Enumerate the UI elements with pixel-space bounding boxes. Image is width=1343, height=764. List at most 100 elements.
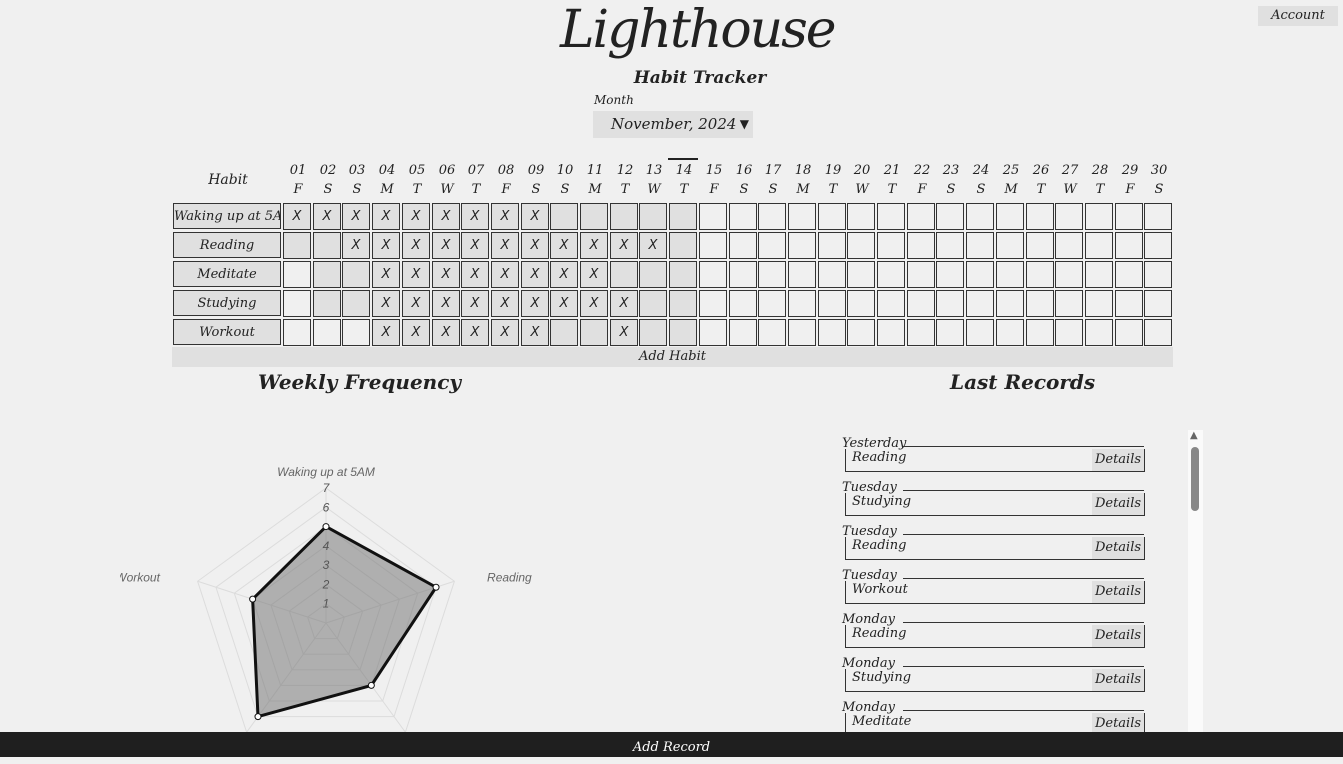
habit-day-cell[interactable] [788,261,816,288]
habit-day-cell[interactable] [966,232,994,259]
habit-day-cell[interactable]: X [491,319,519,346]
habit-day-cell[interactable] [699,290,727,317]
habit-day-cell[interactable] [550,319,578,346]
habit-day-cell[interactable] [996,261,1024,288]
habit-day-cell[interactable] [342,261,370,288]
habit-day-cell[interactable] [1115,232,1143,259]
habit-day-cell[interactable]: X [521,232,549,259]
habit-day-cell[interactable] [313,319,341,346]
habit-day-cell[interactable] [639,319,667,346]
habit-day-cell[interactable] [877,319,905,346]
month-select[interactable]: November, 2024 ▼ [593,111,753,138]
habit-day-cell[interactable] [1085,319,1113,346]
scroll-thumb[interactable] [1191,447,1199,511]
habit-day-cell[interactable] [936,290,964,317]
habit-day-cell[interactable]: X [461,319,489,346]
habit-name[interactable]: Meditate [173,261,281,287]
habit-day-cell[interactable] [610,203,638,230]
habit-day-cell[interactable] [758,290,786,317]
habit-day-cell[interactable] [818,261,846,288]
habit-day-cell[interactable] [1085,290,1113,317]
habit-day-cell[interactable] [966,203,994,230]
habit-day-cell[interactable] [1115,319,1143,346]
habit-day-cell[interactable]: X [372,232,400,259]
habit-day-cell[interactable] [1144,203,1172,230]
habit-day-cell[interactable] [936,319,964,346]
habit-day-cell[interactable]: X [402,203,430,230]
habit-day-cell[interactable]: X [342,203,370,230]
habit-day-cell[interactable] [818,319,846,346]
habit-day-cell[interactable] [1055,319,1083,346]
habit-day-cell[interactable]: X [402,290,430,317]
habit-day-cell[interactable] [729,232,757,259]
habit-day-cell[interactable]: X [342,232,370,259]
habit-day-cell[interactable] [1144,261,1172,288]
habit-day-cell[interactable] [639,290,667,317]
habit-day-cell[interactable] [669,261,697,288]
habit-day-cell[interactable]: X [610,232,638,259]
habit-day-cell[interactable] [1085,232,1113,259]
habit-day-cell[interactable] [1055,232,1083,259]
habit-day-cell[interactable]: X [550,261,578,288]
habit-day-cell[interactable] [818,290,846,317]
habit-day-cell[interactable]: X [491,261,519,288]
habit-name[interactable]: Workout [173,319,281,345]
habit-day-cell[interactable] [907,232,935,259]
habit-day-cell[interactable]: X [402,319,430,346]
habit-day-cell[interactable] [877,261,905,288]
habit-day-cell[interactable] [758,261,786,288]
habit-day-cell[interactable] [788,232,816,259]
habit-day-cell[interactable]: X [432,203,460,230]
habit-day-cell[interactable]: X [461,203,489,230]
habit-day-cell[interactable]: X [521,290,549,317]
habit-day-cell[interactable]: X [550,232,578,259]
record-details-button[interactable]: Details [1092,625,1144,647]
habit-day-cell[interactable]: X [491,232,519,259]
habit-day-cell[interactable]: X [550,290,578,317]
habit-day-cell[interactable] [669,203,697,230]
habit-day-cell[interactable] [699,232,727,259]
habit-day-cell[interactable]: X [432,261,460,288]
habit-day-cell[interactable] [342,319,370,346]
habit-day-cell[interactable]: X [491,290,519,317]
habit-day-cell[interactable]: X [521,203,549,230]
habit-day-cell[interactable] [966,319,994,346]
habit-day-cell[interactable] [1085,261,1113,288]
habit-day-cell[interactable] [669,319,697,346]
habit-day-cell[interactable] [313,232,341,259]
habit-day-cell[interactable]: X [610,290,638,317]
habit-day-cell[interactable] [729,203,757,230]
habit-day-cell[interactable] [1026,261,1054,288]
scroll-up-icon[interactable]: ▲ [1190,430,1198,441]
habit-day-cell[interactable] [729,261,757,288]
habit-day-cell[interactable] [283,290,311,317]
habit-day-cell[interactable] [1026,232,1054,259]
habit-day-cell[interactable]: X [580,232,608,259]
habit-day-cell[interactable] [907,203,935,230]
habit-day-cell[interactable] [1144,319,1172,346]
habit-day-cell[interactable] [818,232,846,259]
habit-day-cell[interactable]: X [372,290,400,317]
habit-day-cell[interactable] [936,203,964,230]
habit-day-cell[interactable]: X [372,261,400,288]
habit-day-cell[interactable] [580,319,608,346]
habit-day-cell[interactable] [313,261,341,288]
habit-day-cell[interactable] [729,319,757,346]
habit-day-cell[interactable]: X [580,261,608,288]
habit-day-cell[interactable]: X [521,261,549,288]
habit-day-cell[interactable] [818,203,846,230]
habit-day-cell[interactable]: X [639,232,667,259]
habit-day-cell[interactable] [758,203,786,230]
habit-name[interactable]: Waking up at 5AM [173,203,281,229]
habit-day-cell[interactable] [907,319,935,346]
habit-day-cell[interactable]: X [432,232,460,259]
habit-day-cell[interactable] [996,290,1024,317]
habit-day-cell[interactable] [1055,290,1083,317]
habit-day-cell[interactable]: X [372,203,400,230]
habit-day-cell[interactable] [907,261,935,288]
add-record-button[interactable]: Add Record [0,732,1343,757]
habit-day-cell[interactable] [1085,203,1113,230]
record-details-button[interactable]: Details [1092,669,1144,691]
habit-day-cell[interactable] [847,203,875,230]
habit-day-cell[interactable] [1115,261,1143,288]
